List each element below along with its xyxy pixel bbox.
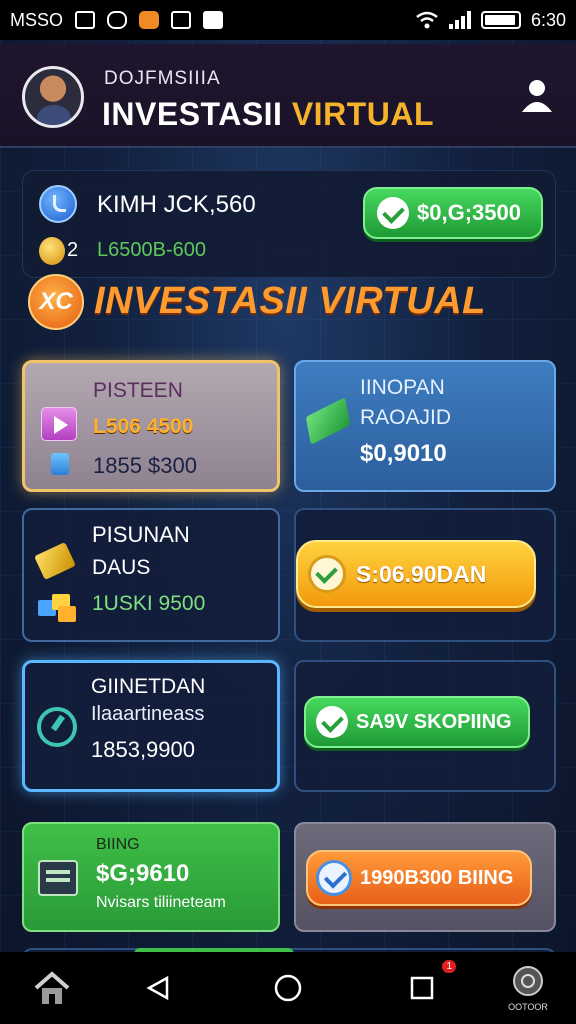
gauge-icon [37,707,77,747]
home-circle-icon[interactable] [268,962,308,1014]
cubes-icon [38,594,78,622]
signal-icon [448,11,471,29]
check-icon [316,706,348,738]
investment-card-7[interactable]: BIING $G;9610 Nvisars tiliineteam [22,822,280,932]
save-button-label: SA9V SKOPIING [356,710,512,733]
investment-card-2[interactable]: IINOPAN RAOAJID $0,9010 [294,360,556,492]
investment-card-3[interactable]: PISUNAN DAUS 1USKI 9500 [22,508,280,642]
card3-value: 1USKI 9500 [92,592,206,615]
account-label: OOTOOR [508,1002,548,1012]
balance-panel: KIMH JCK,560 2 L6500B-600 $0,G;3500 [22,170,556,278]
play-icon [41,407,77,441]
card7-label: BIING [96,836,140,853]
home-icon[interactable] [28,962,76,1014]
card5-line1: GIINETDAN [91,675,206,698]
card1-value1: L506 4500 [93,415,194,438]
avatar[interactable] [22,66,84,128]
blue-check-icon [316,860,352,896]
battery-icon [480,11,521,29]
account-icon[interactable]: OOTOOR [504,962,552,1014]
card1-label: PISTEEN [93,379,183,402]
save-button[interactable]: SA9V SKOPIING [304,696,530,748]
navigation-bar: 1 OOTOOR [0,952,576,1024]
check-icon [203,11,224,29]
carrier-label: MSSO [10,9,64,30]
wifi-icon [416,11,438,29]
blue-coin-icon [39,185,77,223]
app-header: DOJFMSIIIA INVESTASII VIRTUAL [0,44,576,148]
status-bar: MSSO 6:30 [0,0,576,40]
title-yellow: VIRTUAL [291,96,434,132]
screen-icon [171,11,192,29]
recents-badge: 1 [442,960,456,973]
title-white: INVESTASII [102,96,283,132]
balance-secondary: L6500B-600 [97,239,206,261]
yellow-action-button[interactable]: S:06.90DAN [296,540,536,608]
card3-line1: PISUNAN [92,522,190,547]
card7-value: $G;9610 [96,860,190,887]
investment-card-5[interactable]: GIINETDAN Ilaaartineass 1853,9900 [22,660,280,792]
card2-value: $0,9010 [360,440,447,467]
back-icon[interactable] [138,962,178,1014]
blue-square-icon [51,453,69,475]
clock-check-icon [308,555,346,593]
recents-icon[interactable]: 1 [402,960,456,1014]
card7-line2: Nvisars tiliineteam [96,894,226,911]
check-icon [377,197,409,229]
card3-line2: DAUS [92,556,151,579]
page-title: INVESTASII VIRTUAL [102,96,434,133]
coin-count: 2 [67,239,79,261]
card5-line2: Ilaaartineass [91,703,205,725]
gold-bar-icon [34,542,76,580]
header-subtitle: DOJFMSIIIA [104,68,221,89]
gamepad-icon [107,11,128,29]
clock: 6:30 [530,9,566,30]
yellow-button-label: S:06.90DAN [356,560,487,587]
section-title: INVESTASII VIRTUAL [94,280,486,322]
card2-line1: IINOPAN [360,376,445,399]
gold-coin-icon [39,237,65,265]
money-icon [305,397,351,445]
balance-confirm-button[interactable]: $0,G;3500 [363,187,543,239]
app-icon [139,11,160,29]
card2-line2: RAOAJID [360,406,452,429]
card5-value: 1853,9900 [91,737,195,762]
orange-action-button[interactable]: 1990B300 BIING [306,850,532,906]
balance-button-label: $0,G;3500 [417,200,521,225]
user-icon[interactable] [520,78,554,114]
section-badge-label: XC [39,288,73,315]
investment-card-6: SA9V SKOPIING [294,660,556,792]
investment-card-1[interactable]: PISTEEN L506 4500 1855 $300 [22,360,280,492]
investment-card-8: 1990B300 BIING [294,822,556,932]
image-icon [75,11,96,29]
wallet-icon [38,860,78,896]
balance-primary: KIMH JCK,560 [97,191,256,218]
orange-button-label: 1990B300 BIING [360,866,514,889]
card1-value2: 1855 $300 [93,453,197,478]
section-badge-icon: XC [28,274,84,330]
investment-card-4: S:06.90DAN [294,508,556,642]
